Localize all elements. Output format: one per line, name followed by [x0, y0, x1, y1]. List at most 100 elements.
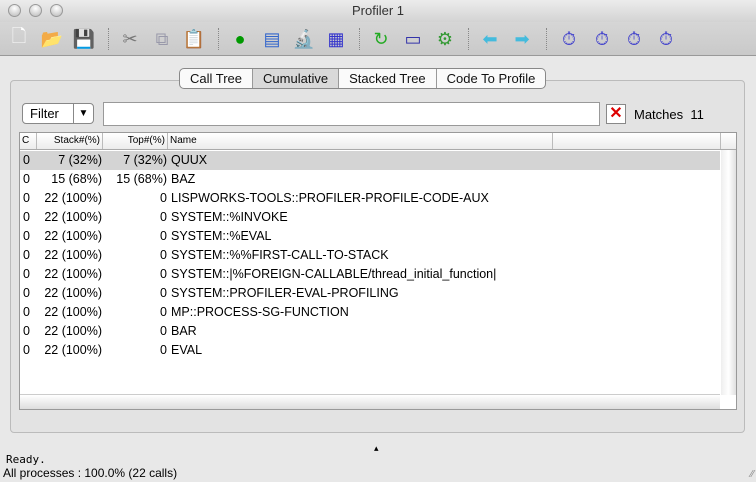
tree-button[interactable]: ▦	[323, 26, 349, 52]
column-header-top[interactable]: Top#(%)	[103, 133, 168, 149]
cell-top: 0	[160, 210, 167, 224]
tab-cumulative[interactable]: Cumulative	[253, 69, 340, 88]
cell-top: 0	[160, 305, 167, 319]
table-row[interactable]: 0 22 (100%) 0 SYSTEM::|%FOREIGN-CALLABLE/th…	[20, 265, 720, 284]
profile-doc-button[interactable]: ⏱	[556, 26, 582, 52]
cell-stack: 22 (100%)	[44, 248, 102, 262]
cell-name: BAR	[171, 324, 197, 338]
table-row[interactable]: 0 7 (32%) 7 (32%) QUUX	[20, 151, 720, 170]
cell-c: 0	[23, 286, 30, 300]
table-row[interactable]: 0 15 (68%) 15 (68%) BAZ	[20, 170, 720, 189]
zoom-button[interactable]	[50, 4, 63, 17]
refresh-button[interactable]: ↻	[368, 26, 394, 52]
table-header: C Stack#(%) Top#(%) Name	[20, 133, 736, 150]
profile-list-button[interactable]: ▤	[259, 26, 285, 52]
save-button[interactable]: 💾	[71, 26, 97, 52]
filter-dropdown[interactable]: Filter ▼	[22, 103, 94, 124]
paste-button[interactable]: 📋	[181, 26, 207, 52]
cell-top: 15 (68%)	[116, 172, 167, 186]
window-title: Profiler 1	[351, 3, 405, 18]
status-text: Ready.	[6, 453, 46, 466]
cut-button[interactable]: ✂	[117, 26, 143, 52]
cell-name: SYSTEM::|%FOREIGN-CALLABLE/thread_initia…	[171, 267, 497, 281]
profile-config-button[interactable]: ⏱	[589, 26, 615, 52]
cell-name: SYSTEM::%EVAL	[171, 229, 272, 243]
profile-table: C Stack#(%) Top#(%) Name 0 7 (32%) 7 (32%)…	[19, 132, 737, 410]
cell-c: 0	[23, 191, 30, 205]
toolbar-separator	[359, 28, 360, 50]
view-tabs: Call Tree Cumulative Stacked Tree Code To P…	[179, 68, 547, 89]
new-file-button[interactable]: 🗋	[6, 26, 32, 52]
cell-c: 0	[23, 324, 30, 338]
cell-stack: 7 (32%)	[58, 153, 102, 167]
cell-stack: 22 (100%)	[44, 343, 102, 357]
table-row[interactable]: 0 22 (100%) 0 SYSTEM::%INVOKE	[20, 208, 720, 227]
tab-call-tree[interactable]: Call Tree	[180, 69, 254, 88]
cell-top: 0	[160, 248, 167, 262]
cell-stack: 22 (100%)	[44, 305, 102, 319]
resize-grip[interactable]: ⁄⁄	[751, 469, 754, 480]
matches-label: Matches	[634, 107, 684, 122]
open-folder-button[interactable]: 📂	[39, 26, 65, 52]
table-row[interactable]: 0 22 (100%) 0 MP::PROCESS-SG-FUNCTION	[20, 303, 720, 322]
windows-button[interactable]: ▭	[400, 26, 426, 52]
back-arrow-button[interactable]: ⬅	[477, 26, 503, 52]
chevron-down-icon: ▼	[73, 104, 93, 123]
profile-button[interactable]: ●	[227, 26, 253, 52]
cell-c: 0	[23, 343, 30, 357]
column-header-stack[interactable]: Stack#(%)	[37, 133, 103, 149]
minimize-button[interactable]	[29, 4, 42, 17]
process-summary: All processes : 100.0% (22 calls)	[3, 466, 178, 480]
cell-stack: 15 (68%)	[51, 172, 102, 186]
cell-top: 0	[160, 324, 167, 338]
cell-name: SYSTEM::%INVOKE	[171, 210, 288, 224]
cell-top: 0	[160, 191, 167, 205]
forward-arrow-button[interactable]: ➡	[509, 26, 535, 52]
toolbar-separator	[108, 28, 109, 50]
cell-name: EVAL	[171, 343, 203, 357]
cell-c: 0	[23, 210, 30, 224]
close-button[interactable]	[8, 4, 21, 17]
table-row[interactable]: 0 22 (100%) 0 SYSTEM::%%FIRST-CALL-TO-STACK	[20, 246, 720, 265]
cell-stack: 22 (100%)	[44, 286, 102, 300]
cell-c: 0	[23, 248, 30, 262]
splitter-handle[interactable]: ▴	[374, 443, 379, 454]
cell-stack: 22 (100%)	[44, 191, 102, 205]
horizontal-scrollbar[interactable]	[20, 394, 720, 409]
toolbar: 🗋 📂 💾 ✂ ⧉ 📋 ● ▤ 🔬 ▦ ↻ ▭ ⚙ ⬅ ➡ ⏱ ⏱ ⏱ ⏱	[0, 22, 756, 56]
table-row[interactable]: 0 22 (100%) 0 BAR	[20, 322, 720, 341]
matches-readout: Matches 11	[634, 107, 704, 122]
cell-top: 0	[160, 343, 167, 357]
profile-stop-button[interactable]: ⏱	[653, 26, 679, 52]
tab-stacked-tree[interactable]: Stacked Tree	[339, 69, 437, 88]
filter-label: Filter	[30, 106, 59, 121]
filter-input[interactable]	[103, 102, 600, 126]
toolbar-separator	[468, 28, 469, 50]
table-row[interactable]: 0 22 (100%) 0 SYSTEM::PROFILER-EVAL-PROFILI…	[20, 284, 720, 303]
cell-top: 0	[160, 229, 167, 243]
settings-button[interactable]: ⚙	[432, 26, 458, 52]
cell-stack: 22 (100%)	[44, 324, 102, 338]
cell-c: 0	[23, 153, 30, 167]
cell-c: 0	[23, 229, 30, 243]
cell-name: SYSTEM::%%FIRST-CALL-TO-STACK	[171, 248, 389, 262]
vertical-scrollbar[interactable]	[721, 150, 736, 395]
column-header-c[interactable]: C	[20, 133, 37, 149]
cell-name: BAZ	[171, 172, 196, 186]
cell-top: 0	[160, 267, 167, 281]
inspect-button[interactable]: 🔬	[291, 26, 317, 52]
cell-name: QUUX	[171, 153, 208, 167]
cell-top: 0	[160, 286, 167, 300]
column-header-name[interactable]: Name	[168, 133, 553, 149]
tab-code-to-profile[interactable]: Code To Profile	[437, 69, 546, 88]
cell-c: 0	[23, 172, 30, 186]
copy-button[interactable]: ⧉	[149, 26, 175, 52]
table-row[interactable]: 0 22 (100%) 0 EVAL	[20, 341, 720, 360]
column-header-extra[interactable]	[553, 133, 721, 149]
profile-go-button[interactable]: ⏱	[621, 26, 647, 52]
table-row[interactable]: 0 22 (100%) 0 LISPWORKS-TOOLS::PROFILER-PRO…	[20, 189, 720, 208]
clear-filter-button[interactable]: ✕	[606, 104, 626, 124]
title-bar: Profiler 1	[0, 0, 756, 22]
cell-stack: 22 (100%)	[44, 267, 102, 281]
table-row[interactable]: 0 22 (100%) 0 SYSTEM::%EVAL	[20, 227, 720, 246]
